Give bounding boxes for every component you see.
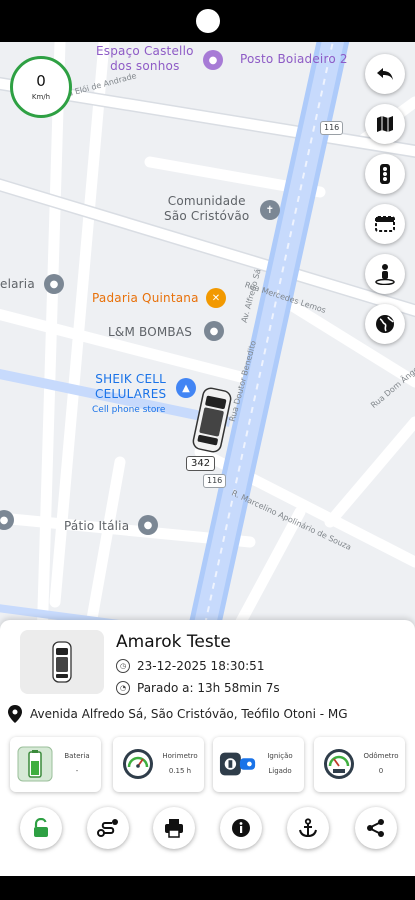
battery-icon [16,745,54,783]
odometer-label: Odômetro [363,752,399,760]
poi-pin-icon[interactable]: ● [44,274,64,294]
restaurant-pin-icon[interactable]: ✕ [206,288,226,308]
poi-espaco-castello[interactable]: Espaço Castello dos sonhos [96,44,194,74]
ignition-key-icon [219,745,257,783]
ignition-card[interactable]: Ignição Ligado [213,737,304,792]
front-camera [196,9,220,33]
vehicle-datetime-row: ◷ 23-12-2025 18:30:51 [116,659,264,673]
status-cards: Bateria - Horimetro 0.15 h Ignição Ligad… [8,737,408,792]
speed-indicator: 0 Km/h [10,56,72,118]
poi-patio-italia[interactable]: Pátio Itália [64,519,129,534]
vehicle-plate-label: 342 [186,456,216,471]
info-icon [232,819,250,837]
share-icon [367,819,384,837]
globe-icon [376,315,394,333]
system-navigation-bar [0,876,415,900]
print-button[interactable] [153,807,195,849]
poi-comunidade[interactable]: Comunidade São Cristóvão [164,194,249,224]
vehicle-address: Avenida Alfredo Sá, São Cristóvão, Teófi… [30,707,348,721]
street-view-icon [375,264,395,285]
poi-pin-icon[interactable]: ● [204,321,224,341]
poi-sheik-cell[interactable]: SHEIK CELL CELULARES [95,372,166,402]
unlock-icon [34,818,48,837]
poi-pin-icon[interactable]: ● [203,50,223,70]
info-button[interactable] [220,807,262,849]
poi-pin-icon[interactable]: ● [138,515,158,535]
battery-card[interactable]: Bateria - [10,737,101,792]
speed-value: 0 [36,72,46,90]
share-button[interactable] [355,807,397,849]
hourmeter-value: 0.15 h [168,767,192,775]
highway-shield: 116 [203,474,227,488]
anchor-button[interactable] [287,807,329,849]
odometer-icon [320,745,358,783]
poi-elaria[interactable]: elaria [0,277,35,292]
odometer-value: 0 [378,767,384,775]
timer-icon: ◔ [116,681,130,695]
back-button[interactable] [365,54,405,94]
church-pin-icon[interactable]: ✝ [260,200,280,220]
battery-label: Bateria [64,752,90,760]
vehicle-name: Amarok Teste [116,632,231,652]
satellite-button[interactable] [365,304,405,344]
ignition-label: Ignição [267,752,293,760]
route-button[interactable] [87,807,129,849]
odometer-card[interactable]: Odômetro 0 [314,737,405,792]
poi-lm-bombas[interactable]: L&M BOMBAS [108,325,192,340]
vehicle-datetime: 23-12-2025 18:30:51 [137,659,265,673]
printer-icon [165,819,183,838]
action-bar [0,807,415,851]
vehicle-address-row: Avenida Alfredo Sá, São Cristóvão, Teófi… [8,705,348,723]
street-view-button[interactable] [365,254,405,294]
layers-icon [375,216,395,232]
vehicle-stopped-time: Parado a: 13h 58min 7s [137,681,280,695]
poi-sheik-cell-category: Cell phone store [92,405,166,415]
ignition-value: Ligado [268,767,292,775]
anchor-icon [299,818,317,838]
map-icon [377,116,393,132]
shopping-pin-icon[interactable]: ▲ [176,378,196,398]
highway-shield: 116 [320,121,344,135]
speed-unit: Km/h [31,93,51,101]
traffic-light-icon [380,164,390,184]
traffic-button[interactable] [365,154,405,194]
map-type-button[interactable] [365,104,405,144]
battery-value: - [75,767,79,775]
layers-button[interactable] [365,204,405,244]
hourmeter-card[interactable]: Horimetro 0.15 h [113,737,204,792]
vehicle-stopped-row: ◔ Parado a: 13h 58min 7s [116,681,280,695]
undo-arrow-icon [377,68,393,80]
poi-posto-boiadeiro[interactable]: Posto Boiadeiro 2 [240,52,348,67]
location-pin-icon [8,705,22,723]
clock-icon: ◷ [116,659,130,673]
vehicle-thumbnail [20,630,104,694]
poi-padaria[interactable]: Padaria Quintana [92,291,199,306]
gauge-icon [119,745,157,783]
vehicle-info-panel: Amarok Teste ◷ 23-12-2025 18:30:51 ◔ Par… [0,620,415,876]
unlock-button[interactable] [20,807,62,849]
hourmeter-label: Horimetro [162,752,198,760]
route-icon [97,819,118,837]
map-controls [365,54,405,354]
car-top-icon [52,641,72,683]
phone-screen: Espaço Castello dos sonhos ● Posto Boiad… [0,0,415,900]
